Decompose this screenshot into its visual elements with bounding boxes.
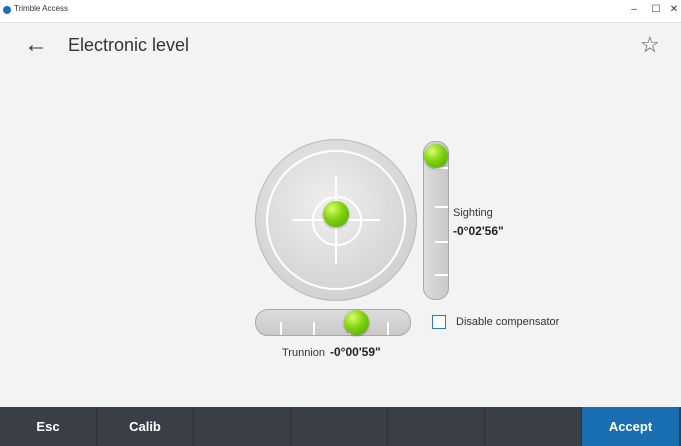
close-button[interactable]: ✕ xyxy=(667,2,681,18)
sighting-vial-tick xyxy=(435,206,448,208)
trunnion-value: -0°00'59" xyxy=(330,345,381,359)
page-title: Electronic level xyxy=(68,35,190,55)
accept-button[interactable]: Accept xyxy=(582,407,679,446)
empty-softkey[interactable] xyxy=(485,407,582,446)
disable-compensator-checkbox[interactable] xyxy=(432,315,446,329)
app-title: Trimble Access xyxy=(14,4,68,13)
trunnion-vial xyxy=(255,309,411,336)
trunnion-label: Trunnion xyxy=(282,347,326,359)
softkey-bar: Esc Calib Accept xyxy=(0,407,681,446)
minimize-button[interactable]: – xyxy=(627,2,641,18)
maximize-button[interactable]: ☐ xyxy=(649,2,663,18)
favorite-star-icon[interactable]: ☆ xyxy=(640,32,660,58)
sighting-vial-bubble xyxy=(424,144,448,168)
empty-softkey[interactable] xyxy=(291,407,388,446)
sighting-vial-tick xyxy=(435,274,448,276)
sighting-label: Sighting xyxy=(453,207,493,219)
back-arrow-icon[interactable]: ← xyxy=(24,32,48,58)
circular-level xyxy=(255,139,417,301)
trunnion-vial-tick xyxy=(387,322,389,335)
trunnion-vial-bubble xyxy=(344,310,369,335)
trunnion-vial-tick xyxy=(280,322,282,335)
trimble-app-icon xyxy=(3,6,11,14)
disable-compensator-label: Disable compensator xyxy=(456,316,560,328)
sighting-value: -0°02'56" xyxy=(453,224,504,238)
empty-softkey[interactable] xyxy=(388,407,485,446)
empty-softkey[interactable] xyxy=(194,407,291,446)
esc-button[interactable]: Esc xyxy=(0,407,97,446)
sighting-vial-tick xyxy=(435,241,448,243)
calib-button[interactable]: Calib xyxy=(97,407,194,446)
title-bar: Trimble Access – ☐ ✕ xyxy=(0,0,681,23)
sighting-vial xyxy=(423,141,449,300)
circular-level-bubble xyxy=(323,201,349,227)
trunnion-vial-tick xyxy=(313,322,315,335)
